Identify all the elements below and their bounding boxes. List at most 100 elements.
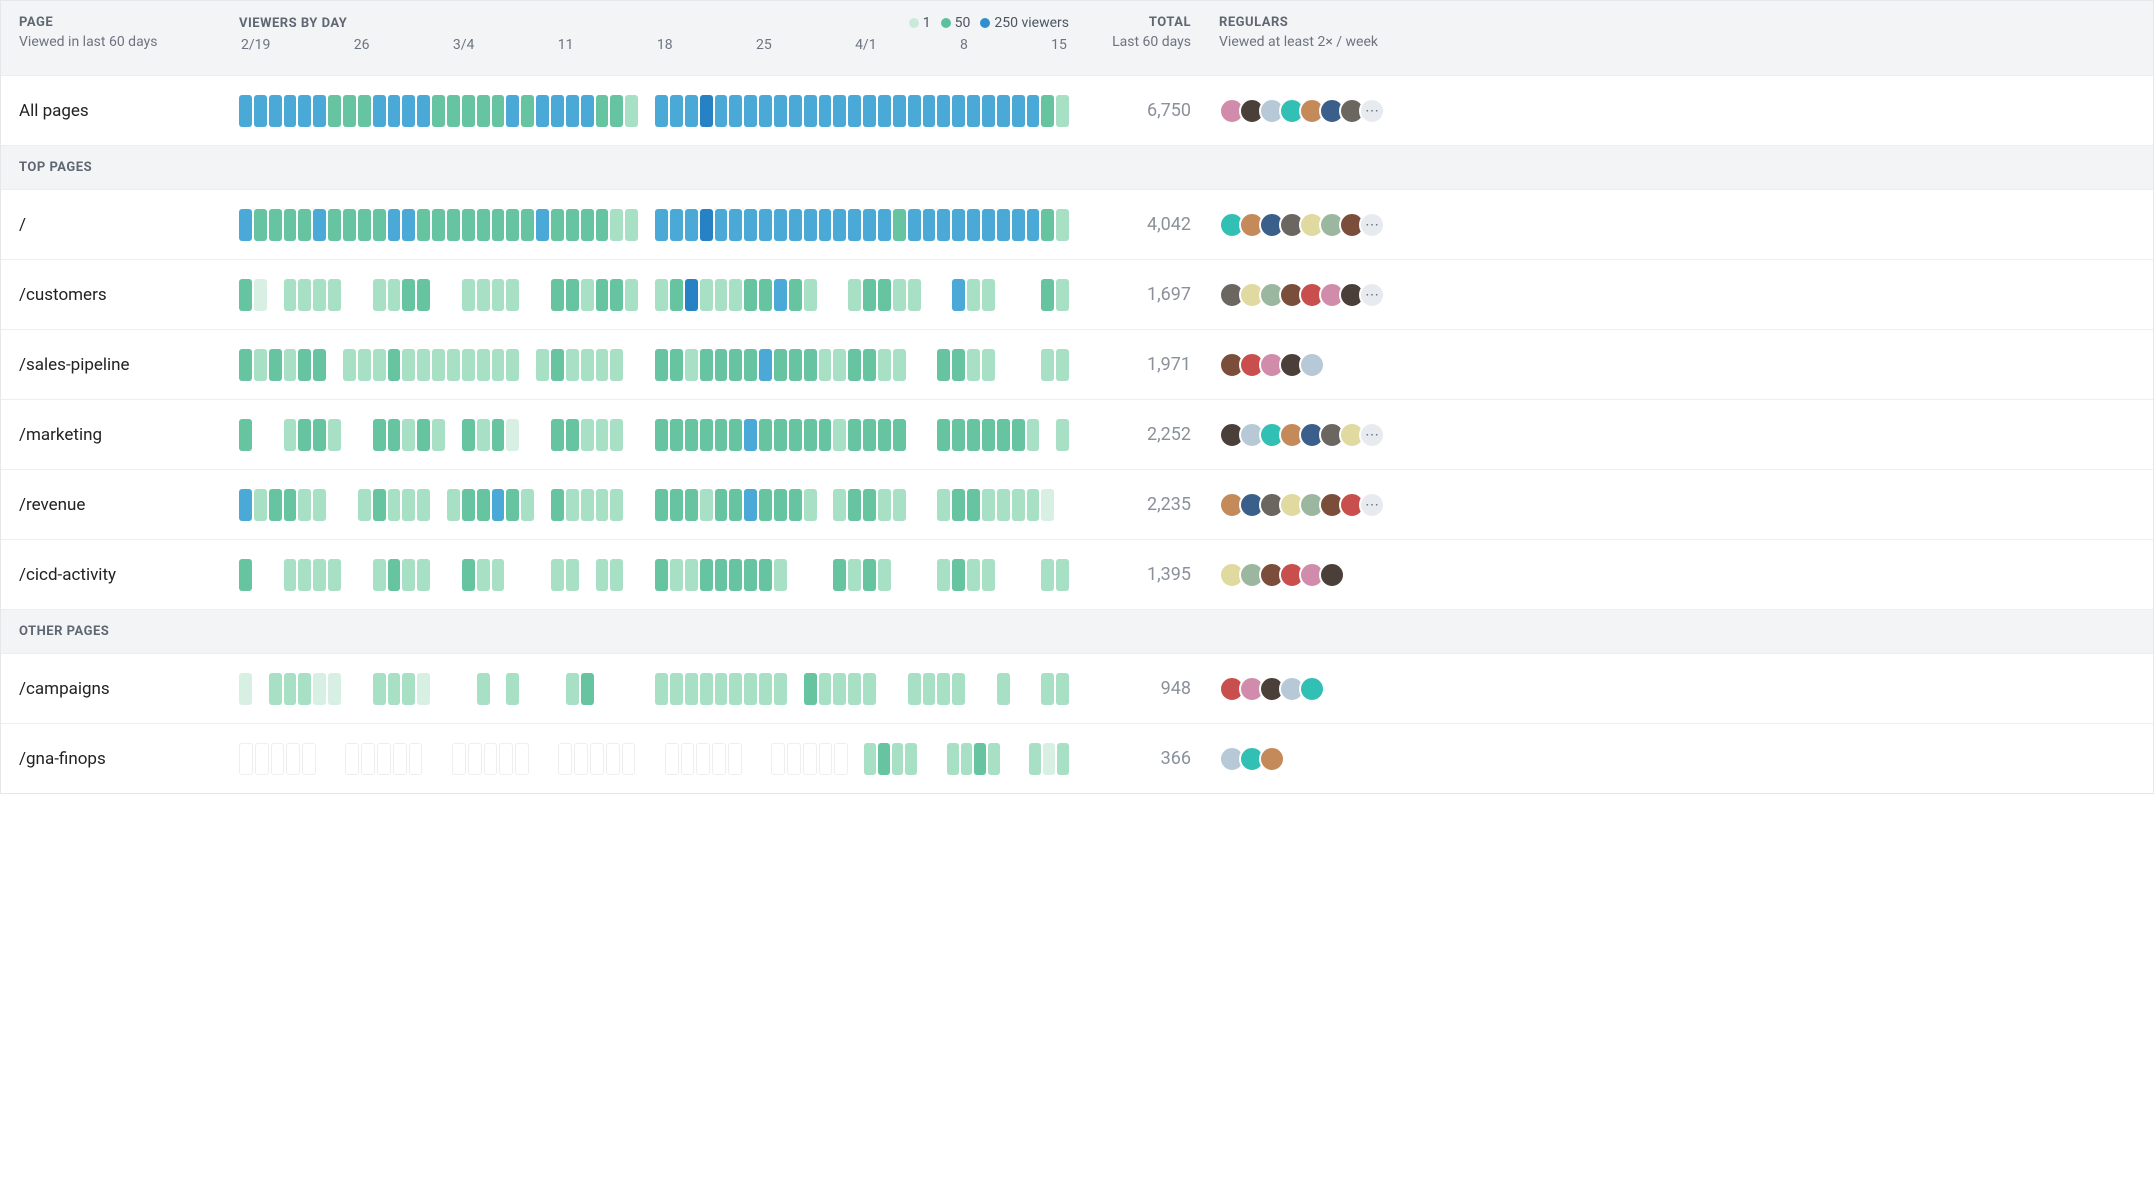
- heat-cell: [447, 349, 460, 381]
- heat-cell: [313, 673, 326, 705]
- heat-cell: [462, 349, 475, 381]
- heat-cell: [388, 279, 401, 311]
- heat-cell: [789, 209, 802, 241]
- avatar-overflow-icon[interactable]: ⋯: [1359, 212, 1385, 238]
- avatar-overflow-icon[interactable]: ⋯: [1359, 98, 1385, 124]
- heat-cell: [771, 743, 785, 775]
- heat-cell: [284, 559, 297, 591]
- heat-cell: [447, 209, 460, 241]
- viewers-heat-strip[interactable]: [239, 349, 1069, 381]
- viewers-heat-strip[interactable]: [239, 95, 1069, 127]
- heat-cell: [432, 673, 445, 705]
- heat-cell: [343, 349, 356, 381]
- heat-cell: [328, 419, 341, 451]
- heat-cell: [610, 559, 623, 591]
- heat-cell: [952, 559, 965, 591]
- heat-cell: [417, 489, 430, 521]
- table-row[interactable]: /sales-pipeline1,971: [1, 329, 2153, 399]
- avatar-overflow-icon[interactable]: ⋯: [1359, 282, 1385, 308]
- heat-cell: [729, 559, 742, 591]
- heat-cell: [729, 209, 742, 241]
- heat-cell: [923, 489, 936, 521]
- legend-dot-high-icon: [980, 18, 990, 28]
- heat-cell: [729, 489, 742, 521]
- table-row[interactable]: /campaigns948: [1, 653, 2153, 723]
- col-title: TOTAL: [1069, 15, 1191, 30]
- heat-cell: [254, 349, 267, 381]
- heat-cell: [1056, 419, 1069, 451]
- heat-cell: [332, 743, 344, 775]
- heat-cell: [1012, 349, 1025, 381]
- col-title: VIEWERS BY DAY: [239, 16, 347, 31]
- table-row[interactable]: All pages6,750⋯: [1, 75, 2153, 145]
- heat-cell: [982, 95, 995, 127]
- regulars-avatars[interactable]: ⋯: [1219, 492, 2135, 518]
- heat-cell: [551, 209, 564, 241]
- page-name[interactable]: /campaigns: [19, 679, 239, 699]
- heat-cell: [819, 419, 832, 451]
- table-row[interactable]: /marketing2,252⋯: [1, 399, 2153, 469]
- heat-cell: [848, 673, 861, 705]
- heat-cell: [729, 419, 742, 451]
- heat-cell: [908, 279, 921, 311]
- viewers-heat-strip[interactable]: [239, 489, 1069, 521]
- col-header-regulars: REGULARS Viewed at least 2× / week: [1219, 15, 2135, 50]
- regulars-avatars[interactable]: [1219, 562, 2135, 588]
- table-row[interactable]: /4,042⋯: [1, 189, 2153, 259]
- viewers-heat-strip[interactable]: [239, 209, 1069, 241]
- table-row[interactable]: /revenue2,235⋯: [1, 469, 2153, 539]
- regulars-avatars[interactable]: [1219, 352, 2135, 378]
- regulars-avatars[interactable]: ⋯: [1219, 282, 2135, 308]
- viewers-heat-strip[interactable]: [239, 419, 1069, 451]
- heat-cell: [819, 559, 832, 591]
- heat-cell: [417, 349, 430, 381]
- heat-cell: [536, 279, 549, 311]
- viewers-heat-strip[interactable]: [239, 279, 1069, 311]
- page-name[interactable]: /: [19, 215, 239, 235]
- heat-cell: [358, 279, 371, 311]
- heat-cell: [863, 95, 876, 127]
- heat-cell: [937, 673, 950, 705]
- heat-cell: [982, 419, 995, 451]
- heat-cell: [744, 489, 757, 521]
- table-row[interactable]: /customers1,697⋯: [1, 259, 2153, 329]
- heat-cell: [343, 209, 356, 241]
- page-name[interactable]: /gna-finops: [19, 749, 239, 769]
- heat-cell: [1002, 743, 1014, 775]
- viewers-legend: 1 50 250 viewers: [909, 15, 1069, 31]
- avatar-overflow-icon[interactable]: ⋯: [1359, 422, 1385, 448]
- page-name[interactable]: /sales-pipeline: [19, 355, 239, 375]
- heat-cell: [566, 95, 579, 127]
- regulars-avatars[interactable]: [1219, 676, 2135, 702]
- heat-cell: [789, 95, 802, 127]
- heat-cell: [1012, 419, 1025, 451]
- avatar-overflow-icon[interactable]: ⋯: [1359, 492, 1385, 518]
- heat-cell: [789, 419, 802, 451]
- page-name[interactable]: /customers: [19, 285, 239, 305]
- date-tick: 4/1: [855, 37, 877, 53]
- table-row[interactable]: /cicd-activity1,395: [1, 539, 2153, 609]
- heat-cell: [388, 559, 401, 591]
- table-row[interactable]: /gna-finops366: [1, 723, 2153, 793]
- regulars-avatars[interactable]: ⋯: [1219, 422, 2135, 448]
- page-name[interactable]: All pages: [19, 101, 239, 121]
- page-name[interactable]: /revenue: [19, 495, 239, 515]
- heat-cell: [729, 279, 742, 311]
- heat-cell: [358, 95, 371, 127]
- viewers-heat-strip[interactable]: [239, 559, 1069, 591]
- regulars-avatars[interactable]: ⋯: [1219, 98, 2135, 124]
- heat-cell: [358, 559, 371, 591]
- page-name[interactable]: /marketing: [19, 425, 239, 445]
- page-name[interactable]: /cicd-activity: [19, 565, 239, 585]
- viewers-heat-strip[interactable]: [239, 743, 1069, 775]
- regulars-avatars[interactable]: ⋯: [1219, 212, 2135, 238]
- date-tick: 8: [960, 37, 968, 53]
- heat-cell: [536, 419, 549, 451]
- heat-cell: [655, 279, 668, 311]
- heat-cell: [625, 559, 638, 591]
- heat-cell: [373, 559, 386, 591]
- heat-cell: [343, 489, 356, 521]
- viewers-heat-strip[interactable]: [239, 673, 1069, 705]
- heat-cell: [417, 559, 430, 591]
- regulars-avatars[interactable]: [1219, 746, 2135, 772]
